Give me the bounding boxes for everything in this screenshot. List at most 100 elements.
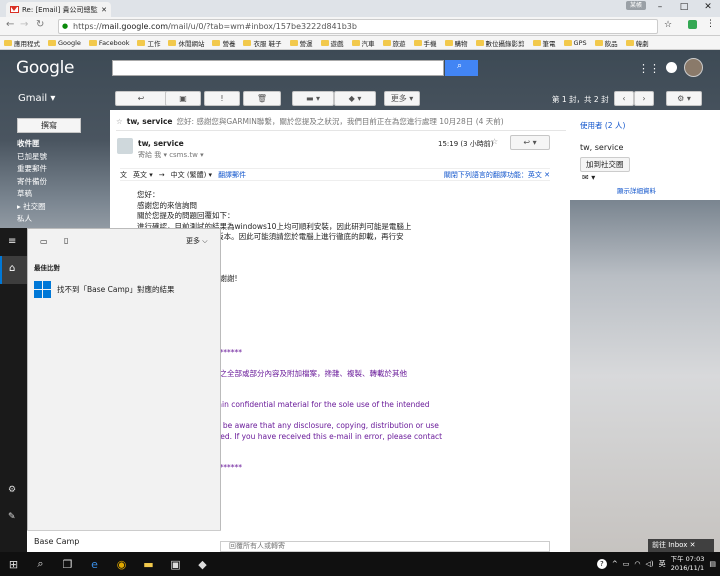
bookmark-item[interactable]: 飲品	[594, 38, 618, 48]
reply-button[interactable]: ↩ ▾	[510, 135, 550, 150]
home-tab[interactable]: ⌂	[0, 256, 27, 284]
close-window-icon[interactable]: ✕	[696, 0, 720, 14]
help-icon[interactable]: ?	[596, 559, 607, 569]
mail-icon[interactable]: ✉ ▾	[582, 173, 595, 182]
wifi-icon[interactable]: ◠	[634, 560, 640, 568]
reply-box[interactable]: 回覆所有人或轉寄	[220, 541, 550, 552]
notifications-icon[interactable]	[666, 62, 677, 73]
volume-icon[interactable]: ◁)	[645, 560, 653, 568]
target-language[interactable]: 中文 (繁體) ▾	[171, 170, 212, 180]
nav-item[interactable]: 重要郵件	[17, 163, 47, 176]
go-to-inbox-banner[interactable]: 前往 Inbox ✕	[648, 539, 714, 552]
gmail-menu[interactable]: Gmail ▾	[18, 93, 55, 104]
clock[interactable]: 下午 07:03 2016/11/1	[671, 555, 705, 573]
disable-translate-link[interactable]: 關閉下列語言的翻譯功能：英文 ✕	[444, 170, 550, 180]
snippet-text: 您好: 感謝您與GARMIN聯繫，關於您提及之狀況，我們目前正在為您進行處理 1…	[176, 116, 504, 126]
nav-item[interactable]: 草稿	[17, 188, 47, 201]
garmin-icon[interactable]: ◆	[189, 552, 216, 576]
back-to-inbox-button[interactable]: ↩	[115, 91, 167, 106]
taskbar-search-input[interactable]: Base Camp	[27, 530, 221, 552]
archive-button[interactable]: ▣	[165, 91, 201, 106]
star-icon[interactable]: ☆	[116, 117, 123, 126]
bookmark-item[interactable]: 旅遊	[382, 38, 406, 48]
more-filters[interactable]: 更多 ⌵	[186, 236, 208, 246]
bookmark-item[interactable]: GPS	[563, 39, 587, 47]
store-icon[interactable]: ▣	[162, 552, 189, 576]
minimize-icon[interactable]: –	[648, 0, 672, 14]
bookmark-item[interactable]: 購物	[444, 38, 468, 48]
url-field[interactable]: ● https://mail.google.com/mail/u/0/?tab=…	[58, 19, 658, 34]
bookmark-item[interactable]: 營運	[289, 38, 313, 48]
taskbar-apps: ⊞ ⌕ ❐ e ◉ ▬ ▣ ◆	[0, 552, 216, 576]
bookmark-item[interactable]: Google	[48, 39, 81, 47]
account-avatar[interactable]	[684, 58, 703, 77]
nav-item[interactable]: 私人	[17, 213, 47, 226]
apps-filter-icon[interactable]: ▭	[40, 237, 48, 246]
compose-button[interactable]: 撰寫	[17, 118, 81, 133]
nav-item[interactable]: 已加星號	[17, 151, 47, 164]
clock-date: 2016/11/1	[670, 564, 705, 572]
forward-icon[interactable]: →	[20, 19, 28, 30]
translate-link[interactable]: 翻譯郵件	[218, 170, 246, 180]
browser-tab[interactable]: Re: [Email] 貴公司總監上... ✕	[6, 2, 111, 17]
settings-gear-icon[interactable]: ⚙	[8, 485, 16, 495]
recipients-count[interactable]: 使用者 (2 人)	[580, 120, 625, 131]
menu-icon[interactable]: ⋮	[706, 19, 715, 29]
bookmark-item[interactable]: 衣服 鞋子	[243, 38, 282, 48]
tab-close-icon[interactable]: ✕	[101, 6, 107, 14]
documents-filter-icon[interactable]: ▯	[64, 236, 68, 245]
bookmark-item[interactable]: 手機	[413, 38, 437, 48]
search-button[interactable]: ⌕	[445, 60, 478, 76]
add-to-circles-button[interactable]: 加到社交圈	[580, 157, 630, 172]
show-details-link[interactable]: 顯示詳細資料	[617, 185, 656, 195]
labels-button[interactable]: ◆ ▾	[334, 91, 376, 106]
file-explorer-icon[interactable]: ▬	[135, 552, 162, 576]
bookmark-item[interactable]: 工作	[137, 38, 160, 48]
search-icon[interactable]: ⌕	[27, 552, 54, 576]
report-spam-button[interactable]: !	[204, 91, 240, 106]
bookmark-item[interactable]: 汽車	[351, 38, 375, 48]
task-view-icon[interactable]: ❐	[54, 552, 81, 576]
more-button[interactable]: 更多 ▾	[384, 91, 420, 106]
edge-icon[interactable]: e	[81, 552, 108, 576]
bookmark-item[interactable]: 應用程式	[4, 38, 40, 48]
apps-grid-icon[interactable]: ⋮⋮	[638, 62, 660, 75]
chrome-icon[interactable]: ◉	[108, 552, 135, 576]
google-logo[interactable]: Google	[16, 58, 74, 78]
nav-item[interactable]: 收件匣	[17, 138, 47, 151]
collapsed-message[interactable]: ☆ tw, service 您好: 感謝您與GARMIN聯繫，關於您提及之狀況，…	[116, 114, 566, 128]
next-email-button[interactable]: ›	[634, 91, 654, 106]
prev-email-button[interactable]: ‹	[614, 91, 634, 106]
bookmark-item[interactable]: 韓劇	[625, 38, 649, 48]
bookmark-item[interactable]: 筆電	[532, 38, 556, 48]
star-icon[interactable]: ☆	[491, 137, 498, 146]
no-result-item[interactable]: 找不到「Base Camp」對應的結果	[34, 279, 214, 299]
source-language[interactable]: 英文 ▾	[133, 170, 153, 180]
move-to-button[interactable]: ▬ ▾	[292, 91, 334, 106]
reload-icon[interactable]: ↻	[36, 19, 44, 30]
notification-icon[interactable]: ▤	[709, 560, 716, 568]
delete-button[interactable]: 🗑	[243, 91, 281, 106]
settings-button[interactable]: ⚙ ▾	[666, 91, 702, 106]
bookmark-item[interactable]: Facebook	[88, 39, 129, 47]
feedback-icon[interactable]: ✎	[8, 512, 16, 522]
ime-indicator[interactable]: 英	[659, 559, 666, 569]
bookmark-label: 營養	[222, 39, 236, 48]
windows-start-icon[interactable]: ⊞	[0, 552, 27, 576]
profile-badge[interactable]: 某帳	[626, 1, 646, 10]
bookmark-item[interactable]: 營養	[212, 38, 235, 48]
tray-overflow-icon[interactable]: ^	[612, 560, 618, 568]
mail-search-input[interactable]	[112, 60, 444, 76]
maximize-icon[interactable]: □	[672, 0, 696, 14]
recipients-line[interactable]: 寄給 我 ▾ csms.tw ▾	[138, 150, 204, 160]
battery-icon[interactable]: ▭	[623, 560, 630, 568]
hamburger-icon[interactable]: ≡	[8, 236, 16, 247]
nav-item[interactable]: 寄件備份	[17, 176, 47, 189]
star-icon[interactable]: ☆	[664, 20, 672, 30]
extension-icon[interactable]	[688, 20, 697, 29]
bookmark-item[interactable]: 數位攝錄影剪	[475, 38, 525, 48]
nav-item[interactable]: ▸ 社交圈	[17, 201, 47, 214]
bookmark-item[interactable]: 遊戲	[320, 38, 344, 48]
bookmark-item[interactable]: 休閒網站	[168, 38, 204, 48]
back-icon[interactable]: ←	[6, 19, 14, 30]
